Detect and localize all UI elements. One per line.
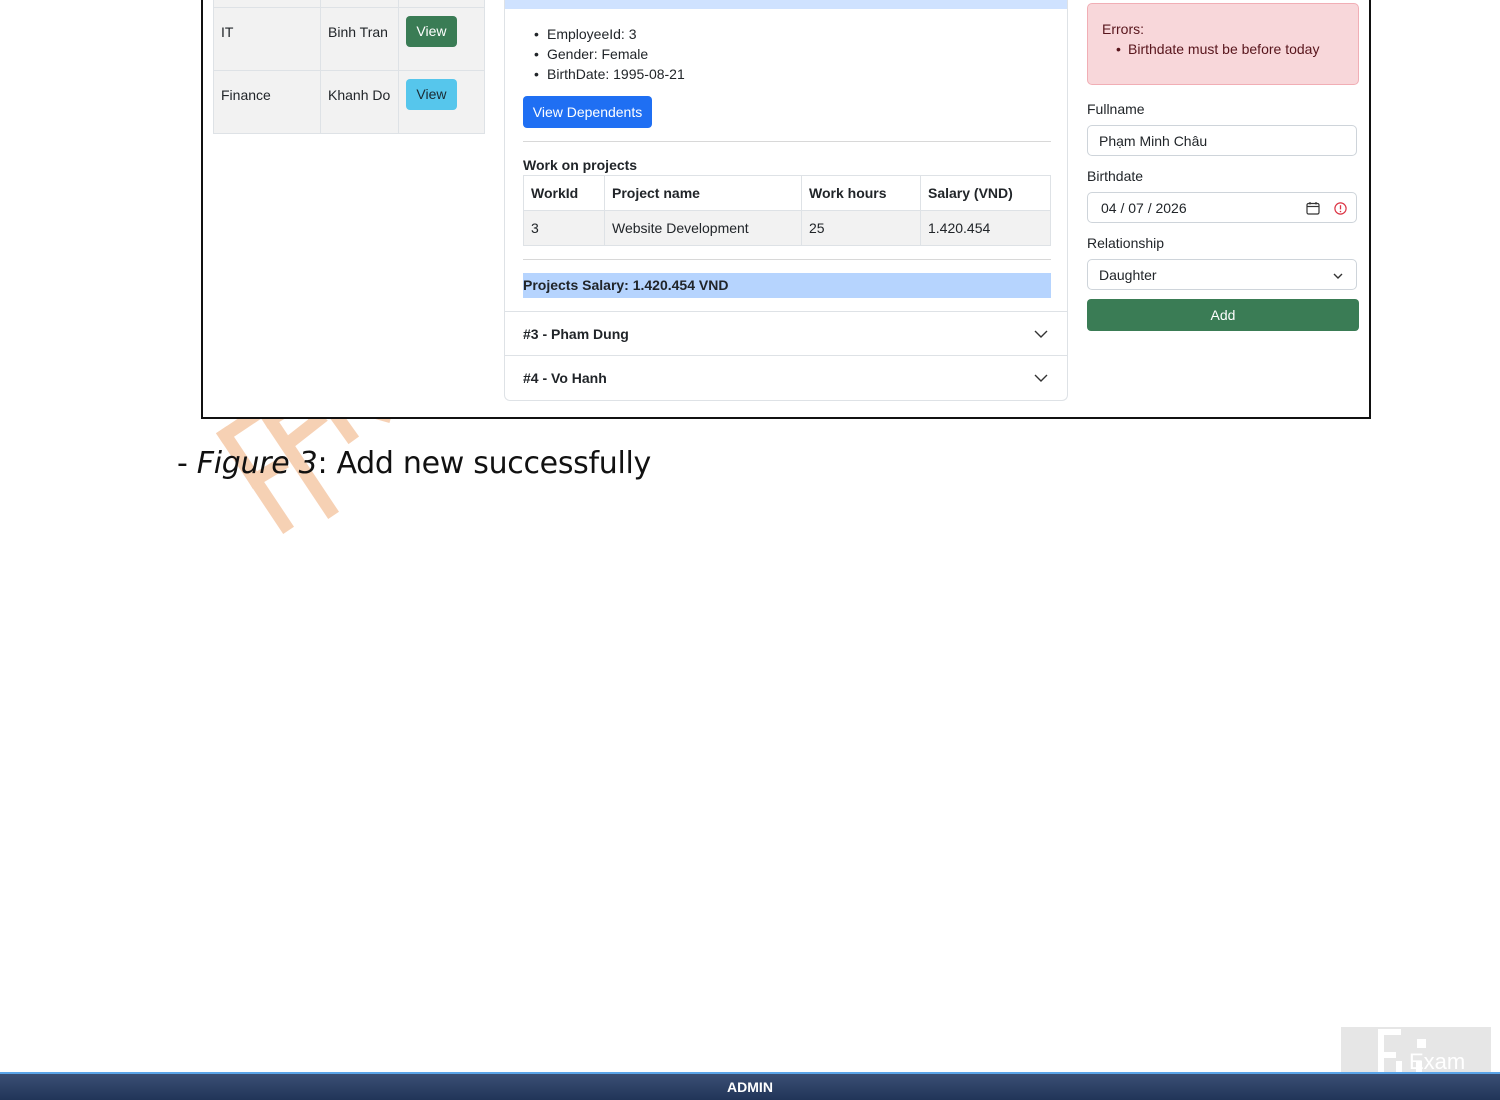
projects-heading: Work on projects [523,157,638,173]
caption-prefix: - [177,446,197,481]
footer-label: ADMIN [727,1079,773,1095]
figure-caption: - Figure 3: Add new successfully [177,446,651,481]
table-cell: 3 [523,210,605,246]
department-table: IT Binh Tran View Finance Khanh Do View [213,0,486,134]
add-dependent-form: Errors: Birthdate must be before today F… [1087,0,1359,400]
relationship-value: Daughter [1099,267,1157,283]
projects-salary-total: Projects Salary: 1.420.454 VND [523,273,1051,298]
table-row: Finance Khanh Do View [213,70,486,134]
footer-bar: ADMIN [0,1072,1500,1100]
chevron-down-icon [1034,374,1048,382]
table-cell: Website Development [604,210,802,246]
logo-text: Exam [1409,1049,1465,1074]
accordion-item[interactable]: #4 - Vo Hanh [505,355,1067,400]
chevron-down-icon [1333,273,1343,279]
birthdate-value: 04 / 07 / 2026 [1101,200,1187,216]
department-name: Finance [213,70,321,134]
table-row: IT Binh Tran View [213,7,486,71]
employee-id: EmployeeId: 3 [521,24,685,44]
caption-text: : Add new successfully [317,446,651,481]
invalid-icon [1334,202,1347,215]
birthdate-label: Birthdate [1087,168,1144,184]
fullname-label: Fullname [1087,101,1145,117]
accordion-item[interactable]: #3 - Pham Dung [505,311,1067,356]
column-header: Salary (VND) [920,175,1051,211]
column-header: Project name [604,175,802,211]
birthdate-input[interactable]: 04 / 07 / 2026 [1087,192,1357,223]
column-header: WorkId [523,175,605,211]
table-row: 3 Website Development 25 1.420.454 [523,210,1051,246]
employee-info-list: EmployeeId: 3 Gender: Female BirthDate: … [521,24,685,84]
column-header: Work hours [801,175,921,211]
screenshot-frame: IT Binh Tran View Finance Khanh Do View … [201,0,1371,419]
error-message: Birthdate must be before today [1116,41,1319,57]
table-cell: 25 [801,210,921,246]
fullname-value: Phạm Minh Châu [1099,133,1208,149]
table-cell: 1.420.454 [920,210,1051,246]
relationship-select[interactable]: Daughter [1087,259,1357,290]
projects-table: WorkId Project name Work hours Salary (V… [523,175,1051,246]
department-name: IT [213,7,321,71]
relationship-label: Relationship [1087,235,1165,251]
chevron-down-icon [1034,330,1048,338]
calendar-icon[interactable] [1306,201,1320,215]
accordion-item-label: #4 - Vo Hanh [523,370,607,386]
accordion-header-active[interactable] [505,0,1067,9]
employee-gender: Gender: Female [521,44,685,64]
accordion-item-label: #3 - Pham Dung [523,326,629,342]
fullname-input[interactable]: Phạm Minh Châu [1087,125,1357,156]
employee-accordion: EmployeeId: 3 Gender: Female BirthDate: … [504,0,1068,401]
divider [523,259,1051,260]
divider [523,141,1051,142]
error-alert: Errors: Birthdate must be before today [1087,3,1359,85]
view-button[interactable]: View [405,16,457,47]
view-button[interactable]: View [405,79,457,110]
errors-title: Errors: [1102,21,1144,37]
caption-figure: Figure 3 [196,446,318,481]
manager-name: Khanh Do [320,70,399,134]
employee-birthdate: BirthDate: 1995-08-21 [521,64,685,84]
add-button[interactable]: Add [1087,299,1359,331]
view-dependents-button[interactable]: View Dependents [523,96,652,128]
manager-name: Binh Tran [320,7,399,71]
